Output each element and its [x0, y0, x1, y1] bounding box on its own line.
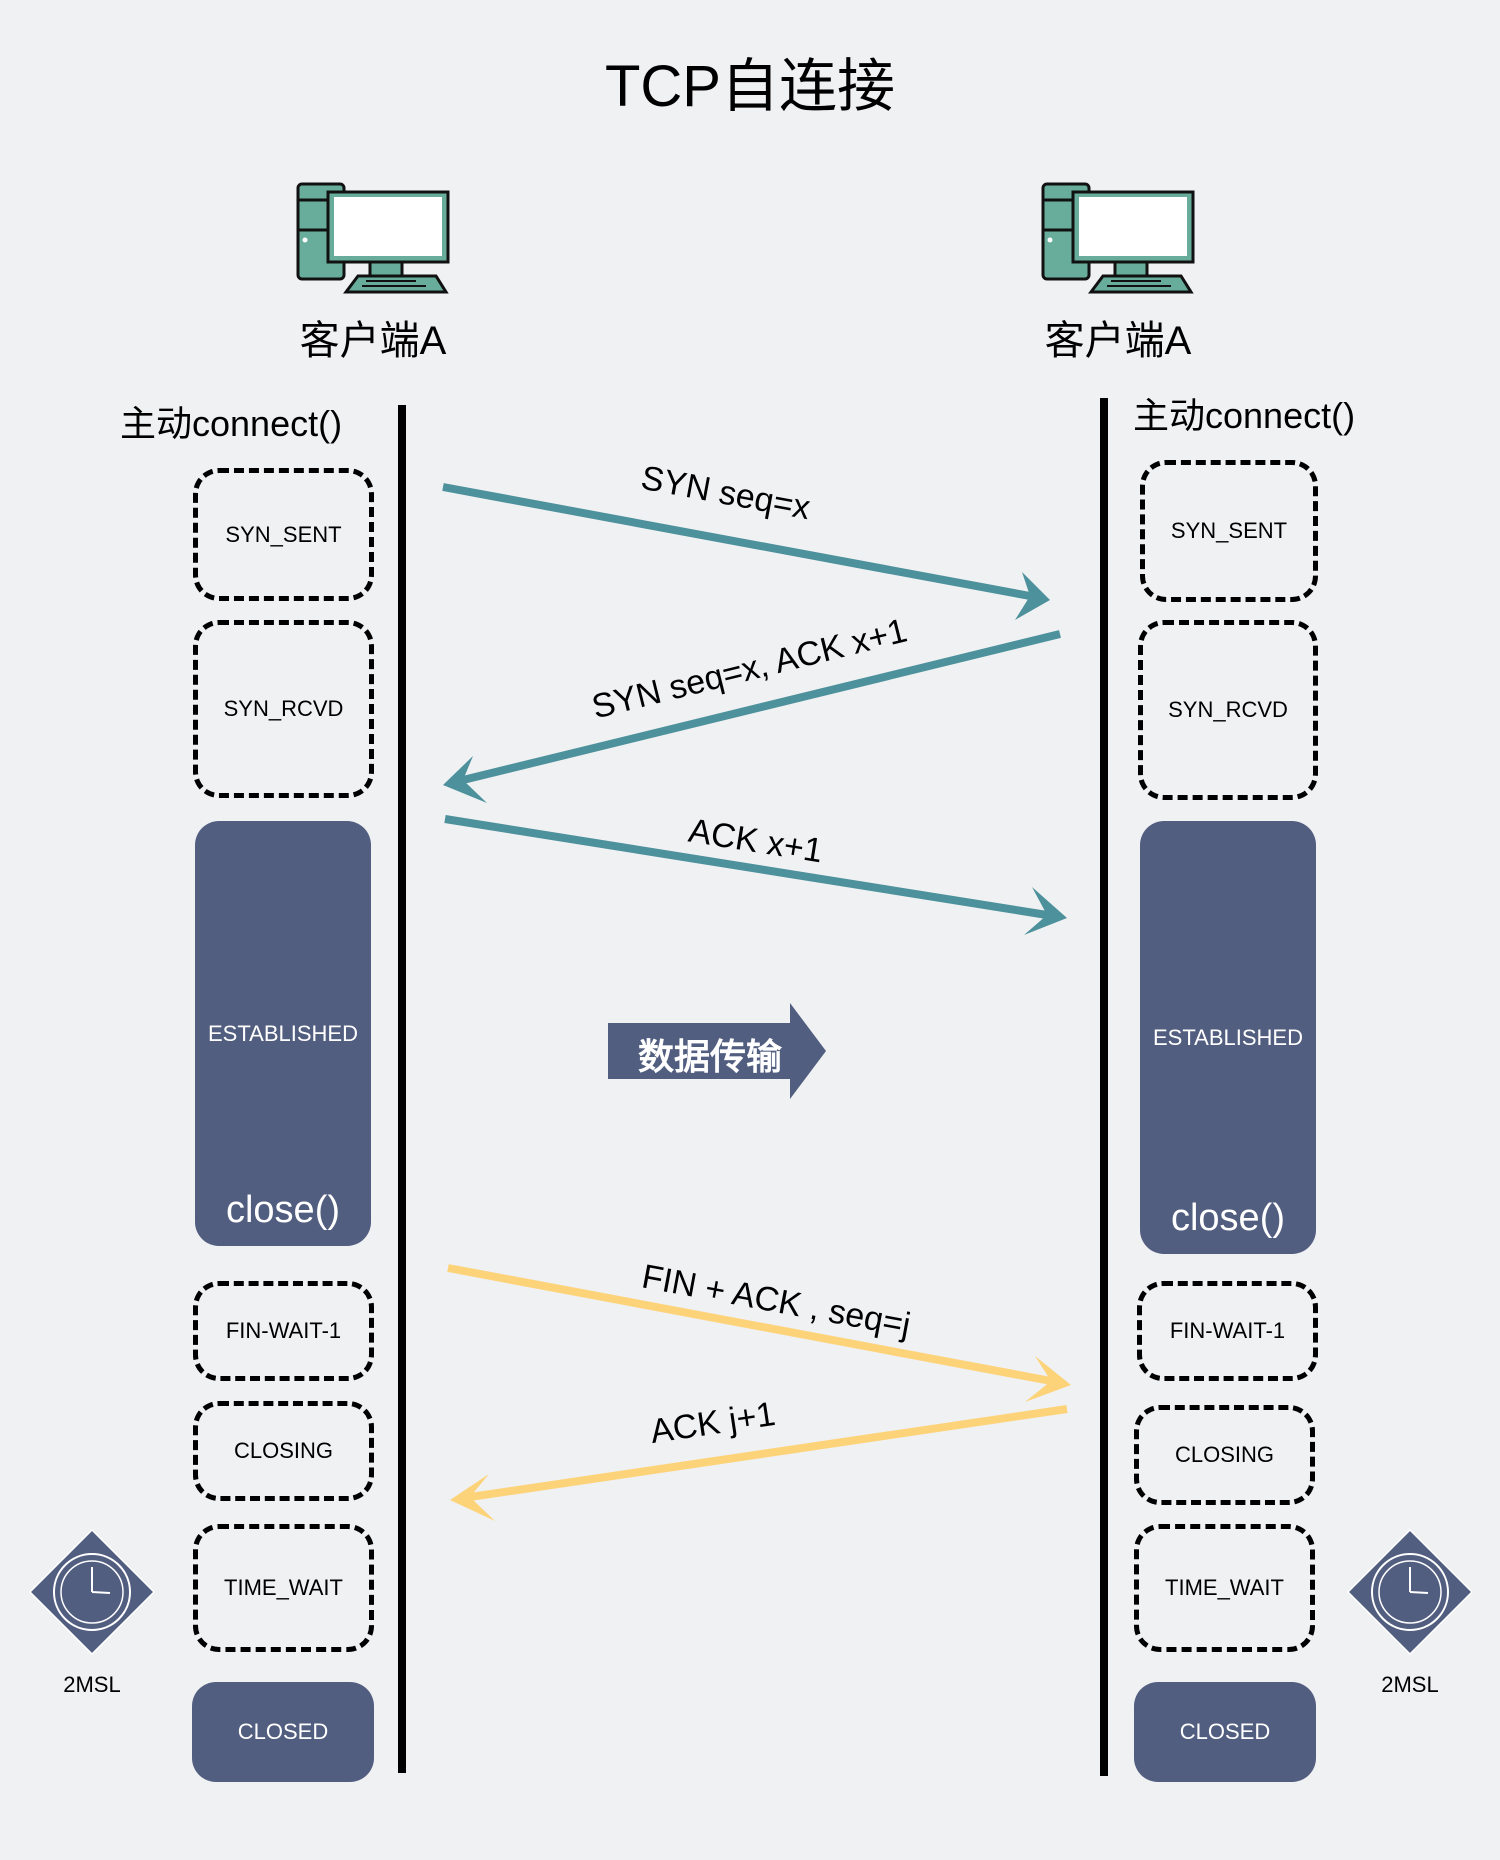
data-transfer-label: 数据传输: [638, 1036, 783, 1077]
message-arrows: [442, 483, 1071, 1521]
